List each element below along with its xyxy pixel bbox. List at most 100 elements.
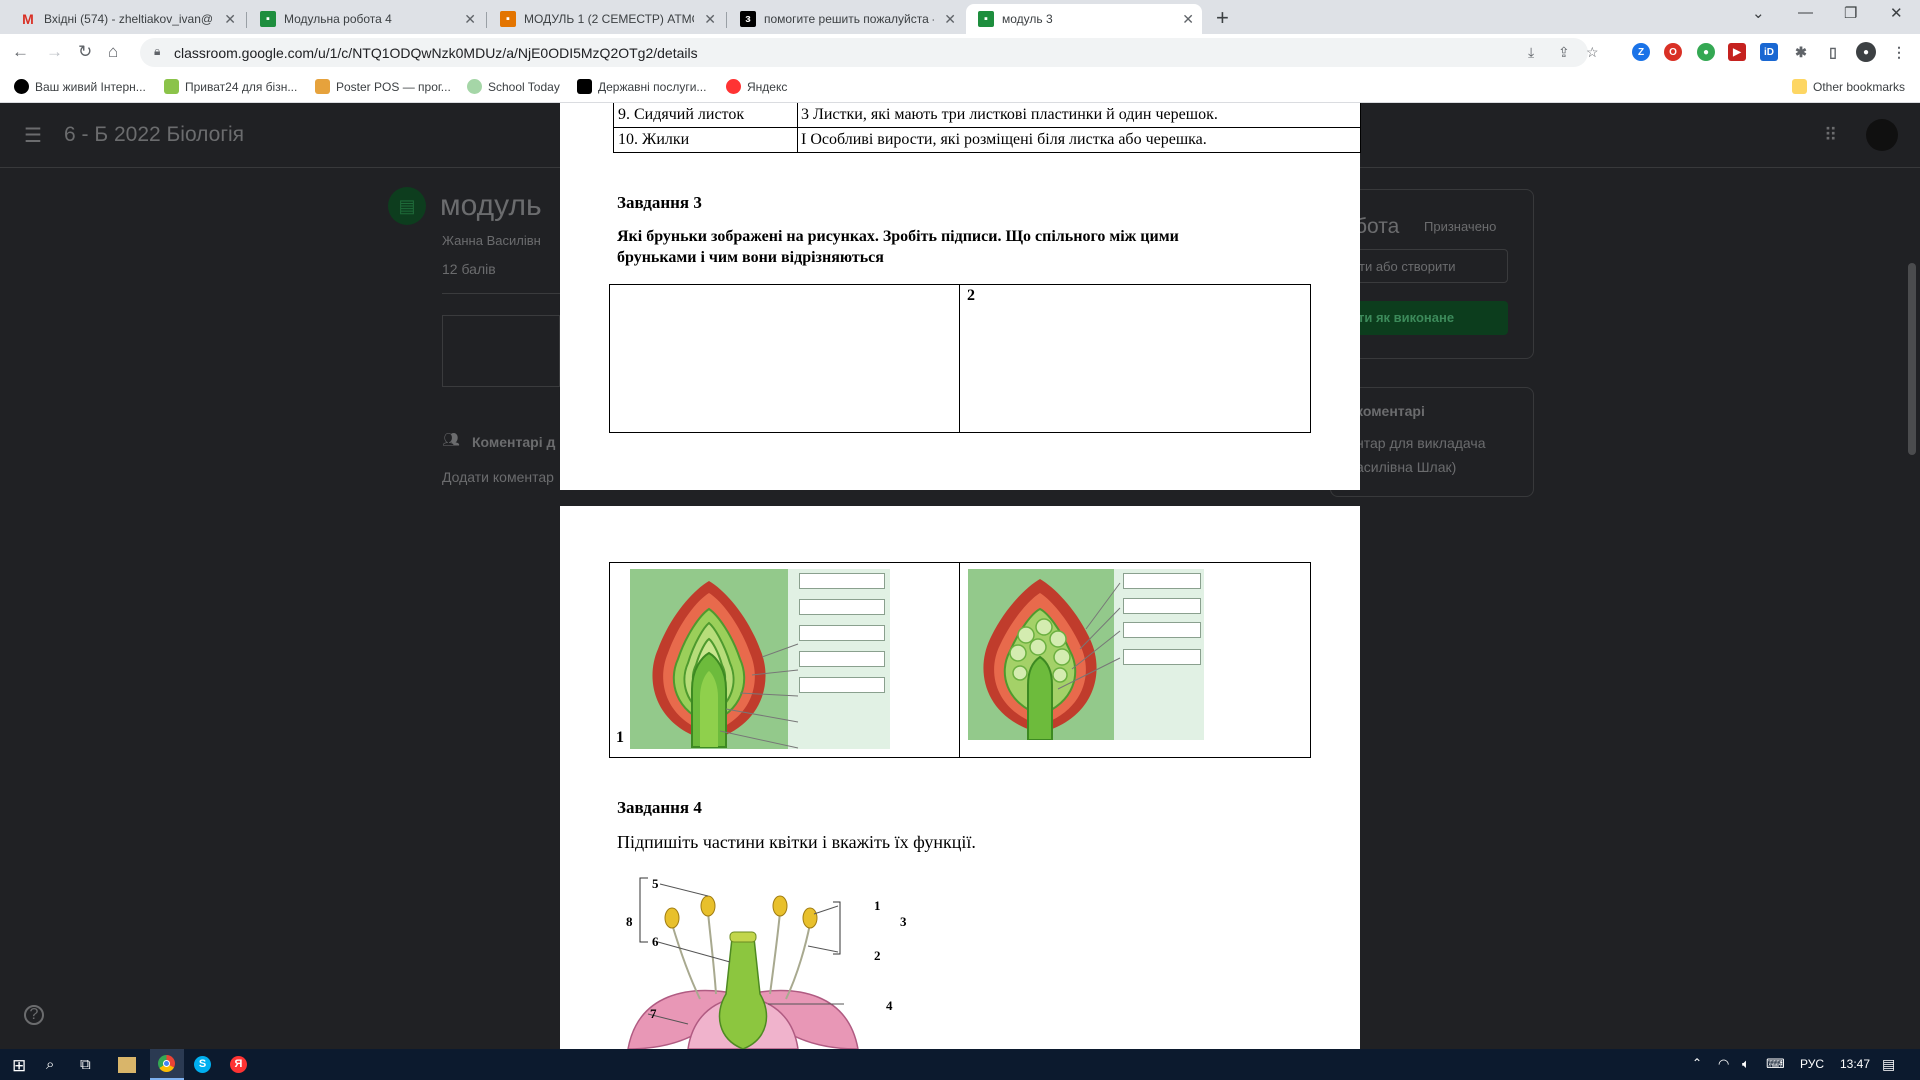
mark-as-done-button[interactable]: ти як виконане [1356,301,1508,335]
task-3-text-line2: бруньками і чим вони відрізняються [617,249,884,266]
poster-icon [315,79,330,94]
close-icon[interactable]: ✕ [464,11,476,28]
label-box [1123,649,1201,665]
lock-icon[interactable]: 🔒︎ [154,44,160,59]
tab-divider [486,12,487,28]
add-class-comment[interactable]: Додати коментар [442,469,554,485]
people-icon: 👥︎ [442,431,460,447]
install-icon[interactable]: ⤓ [1528,44,1534,61]
bookmark-star-icon[interactable]: ☆ [1586,44,1599,61]
task-view-icon[interactable]: ⧉ [80,1056,91,1073]
tab-forms[interactable]: ▪ МОДУЛЬ 1 (2 СЕМЕСТР) АТМОС ✕ [488,4,724,34]
button-label: ти як виконане [1358,310,1455,325]
button-label: ти або створити [1359,259,1456,274]
close-icon[interactable]: ✕ [1182,11,1194,28]
assignment-title: модуль [440,189,542,222]
class-comments-label: Коментарі д [472,434,556,450]
home-icon[interactable]: ⌂ [108,42,118,62]
other-bookmarks[interactable]: Other bookmarks [1792,79,1905,94]
address-bar[interactable]: 🔒︎ classroom.google.com/u/1/c/NTQ1ODQwNz… [140,38,1599,67]
assignment-icon: ▤ [388,187,426,225]
close-icon[interactable]: ✕ [224,11,236,28]
help-icon[interactable]: ? [24,1005,44,1025]
bookmark-label: Poster POS — прог... [336,79,451,94]
bookmark-item[interactable]: Ваш живий Інтерн... [14,79,146,94]
bookmark-label: Державні послуги... [598,79,707,94]
classroom-app: ☰ 6 - Б 2022 Біологія ⠿ ▤ модуль Жанна В… [0,103,1920,1049]
chrome-taskbar-button[interactable] [150,1049,184,1080]
side-panel-icon[interactable]: ▯ [1824,43,1842,61]
window-close-icon[interactable]: ✕ [1890,4,1903,22]
bookmark-item[interactable]: Приват24 для бізн... [164,79,297,94]
extension-opera-icon[interactable]: O [1664,43,1682,61]
table-border [797,103,798,153]
flower-label: 2 [874,948,881,963]
flower-label: 3 [900,914,907,929]
document-page-2: 1 Завдання 4 Підпишіть частини квітки і … [560,506,1360,1049]
keyboard-icon[interactable]: ⌨ [1766,1056,1785,1072]
tab-modul-3[interactable]: ▪ модуль 3 ✕ [966,4,1202,34]
tab-gmail[interactable]: M Вхідні (574) - zheltiakov_ivan@1 ✕ [8,4,244,34]
clock[interactable]: 13:47 [1840,1057,1870,1071]
extension-id-icon[interactable]: iD [1760,43,1778,61]
close-icon[interactable]: ✕ [944,11,956,28]
flower-label: 5 [652,876,659,891]
back-icon[interactable]: ← [12,42,29,62]
extension-green-icon[interactable]: ● [1697,43,1715,61]
apps-grid-icon[interactable]: ⠿ [1824,125,1837,146]
bookmark-item[interactable]: Яндекс [726,79,787,94]
volume-icon[interactable]: 🔈︎ [1742,1056,1750,1072]
class-name[interactable]: 6 - Б 2022 Біологія [64,123,244,147]
notifications-icon[interactable]: ▤ [1882,1056,1895,1073]
close-icon[interactable]: ✕ [704,11,716,28]
share-icon[interactable]: ⇪ [1558,44,1570,61]
forward-icon[interactable]: → [46,42,63,62]
input-language[interactable]: РУС [1800,1057,1824,1071]
new-tab-button[interactable]: + [1216,5,1229,31]
figure-1-number: 1 [616,729,624,746]
add-or-create-button[interactable]: ти або створити [1356,249,1508,283]
teacher-full-name: асилівна Шлак) [1356,459,1457,475]
reload-icon[interactable]: ↻ [78,42,92,62]
viewer-scrollbar[interactable] [1908,263,1916,455]
bookmark-item[interactable]: School Today [467,79,560,94]
profile-avatar-icon[interactable]: ● [1856,42,1876,62]
label-box [799,573,885,589]
tab-znanija[interactable]: з помогите решить пожалуйста - ✕ [728,4,964,34]
label-box [1123,573,1201,589]
yandex-browser-icon[interactable]: Я [230,1056,247,1073]
file-explorer-icon[interactable] [118,1057,136,1073]
url-text[interactable]: classroom.google.com/u/1/c/NTQ1ODQwNzk0M… [174,45,698,61]
bookmark-item[interactable]: Poster POS — прог... [315,79,451,94]
bookmark-item[interactable]: Державні послуги... [577,79,706,94]
task-4-heading: Завдання 4 [617,798,702,817]
extension-youtube-icon[interactable]: ▶ [1728,43,1746,61]
attachment-thumbnail[interactable] [442,315,560,387]
show-hidden-icons[interactable]: ⌃ [1692,1056,1702,1070]
browser-menu-icon[interactable]: ⋮ [1890,43,1908,61]
search-icon[interactable]: ⌕ [46,1056,54,1073]
label-box [799,677,885,693]
account-avatar[interactable] [1866,119,1898,151]
bookmark-label: Приват24 для бізн... [185,79,298,94]
extension-z-icon[interactable]: Z [1632,43,1650,61]
tab-divider [246,12,247,28]
main-menu-icon[interactable]: ☰ [24,123,42,148]
tab-modulna-robota[interactable]: ▪ Модульна робота 4 ✕ [248,4,484,34]
task-3-heading: Завдання 3 [617,193,702,212]
bookmark-label: Яндекс [747,79,788,94]
restore-icon[interactable]: ❐ [1844,4,1857,22]
privat24-icon [164,79,179,94]
network-icon[interactable]: ◠ [1718,1056,1729,1072]
tab-search-icon[interactable]: ⌄ [1752,4,1765,22]
skype-icon[interactable]: S [194,1056,211,1073]
add-private-comment[interactable]: нтар для викладача [1356,435,1485,451]
status-badge: Призначено [1424,219,1497,234]
extensions-puzzle-icon[interactable]: ✱ [1792,43,1810,61]
school-today-icon [467,79,482,94]
windows-start-icon[interactable]: ⊞ [12,1056,26,1076]
flower-label: 6 [652,934,659,949]
label-box [799,625,885,641]
bookmark-label: School Today [488,79,560,94]
minimize-icon[interactable]: — [1798,4,1813,21]
